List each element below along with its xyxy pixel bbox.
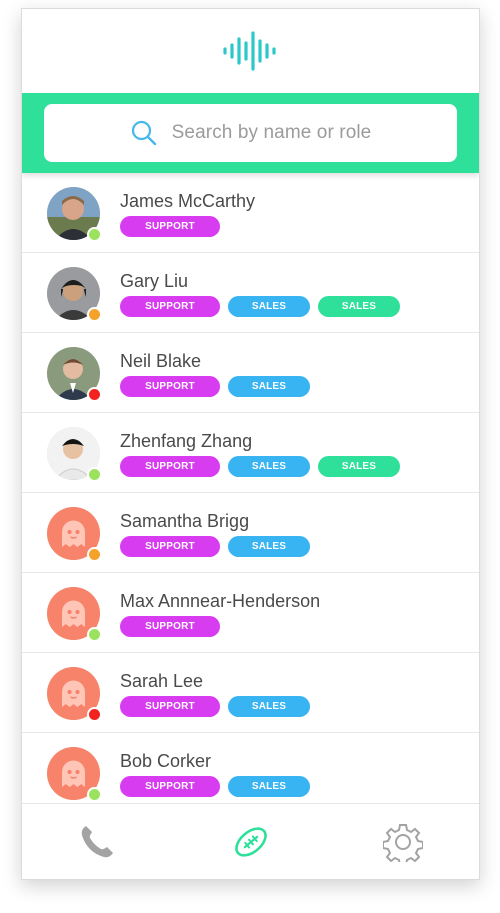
role-tag-sales: SALES (318, 456, 400, 477)
contact-name: Max Annnear-Henderson (120, 591, 321, 611)
role-tag-support: SUPPORT (120, 456, 220, 477)
role-tags: SUPPORT SALES (120, 696, 310, 717)
contact-name: Samantha Brigg (120, 511, 250, 531)
role-tags: SUPPORT (120, 616, 220, 637)
soundwave-logo-icon (222, 31, 276, 71)
tab-calls[interactable] (77, 822, 117, 862)
tab-football[interactable] (231, 822, 271, 862)
contact-name: Bob Corker (120, 751, 212, 771)
status-indicator-online (87, 467, 102, 482)
contact-name: Gary Liu (120, 271, 189, 291)
tab-settings[interactable] (383, 822, 423, 862)
role-tags: SUPPORT SALES (120, 376, 310, 397)
search-bar-band: Search by name or role (22, 93, 479, 173)
avatar (47, 747, 102, 802)
contact-name: Neil Blake (120, 351, 202, 371)
search-placeholder: Search by name or role (171, 122, 372, 143)
role-tags: SUPPORT (120, 216, 220, 237)
app-window: Search by name or role James McCarthy SUP… (21, 8, 480, 880)
role-tag-support: SUPPORT (120, 216, 220, 237)
role-tag-sales: SALES (228, 296, 310, 317)
role-tag-sales: SALES (228, 376, 310, 397)
role-tag-sales: SALES (228, 536, 310, 557)
contact-row[interactable]: Samantha Brigg SUPPORT SALES (22, 493, 479, 573)
phone-icon (81, 826, 113, 858)
role-tag-sales: SALES (228, 696, 310, 717)
contact-row[interactable]: James McCarthy SUPPORT (22, 173, 479, 253)
contact-row[interactable]: Sarah Lee SUPPORT SALES (22, 653, 479, 733)
avatar (47, 667, 102, 722)
app-header (22, 9, 479, 93)
contact-row[interactable]: Neil Blake SUPPORT SALES (22, 333, 479, 413)
contact-name: Zhenfang Zhang (120, 431, 253, 451)
status-indicator-busy (87, 387, 102, 402)
role-tag-support: SUPPORT (120, 296, 220, 317)
role-tag-support: SUPPORT (120, 776, 220, 797)
status-indicator-online (87, 227, 102, 242)
search-input[interactable]: Search by name or role (44, 104, 457, 162)
football-icon (235, 827, 267, 857)
contact-row[interactable]: Max Annnear-Henderson SUPPORT (22, 573, 479, 653)
role-tags: SUPPORT SALES (120, 776, 310, 797)
gear-icon (383, 824, 423, 862)
contact-name: James McCarthy (120, 191, 256, 211)
search-icon (131, 120, 156, 146)
tab-bar (22, 803, 479, 879)
contact-row[interactable]: Bob Corker SUPPORT SALES (22, 733, 479, 805)
role-tag-support: SUPPORT (120, 616, 220, 637)
avatar (47, 507, 102, 562)
role-tag-support: SUPPORT (120, 376, 220, 397)
contact-name: Sarah Lee (120, 671, 204, 691)
role-tag-sales: SALES (228, 776, 310, 797)
contact-list: James McCarthy SUPPORT Gary Liu SUPPORT SALE… (22, 173, 479, 805)
contact-row[interactable]: Gary Liu SUPPORT SALES SALES (22, 253, 479, 333)
avatar (47, 427, 102, 482)
avatar (47, 347, 102, 402)
avatar (47, 587, 102, 642)
role-tag-sales: SALES (228, 456, 310, 477)
status-indicator-online (87, 627, 102, 642)
role-tags: SUPPORT SALES SALES (120, 296, 400, 317)
role-tag-support: SUPPORT (120, 536, 220, 557)
status-indicator-away (87, 307, 102, 322)
status-indicator-busy (87, 707, 102, 722)
contact-row[interactable]: Zhenfang Zhang SUPPORT SALES SALES (22, 413, 479, 493)
avatar (47, 267, 102, 322)
avatar (47, 187, 102, 242)
status-indicator-online (87, 787, 102, 802)
status-indicator-away (87, 547, 102, 562)
role-tag-support: SUPPORT (120, 696, 220, 717)
role-tag-sales: SALES (318, 296, 400, 317)
role-tags: SUPPORT SALES (120, 536, 310, 557)
role-tags: SUPPORT SALES SALES (120, 456, 400, 477)
